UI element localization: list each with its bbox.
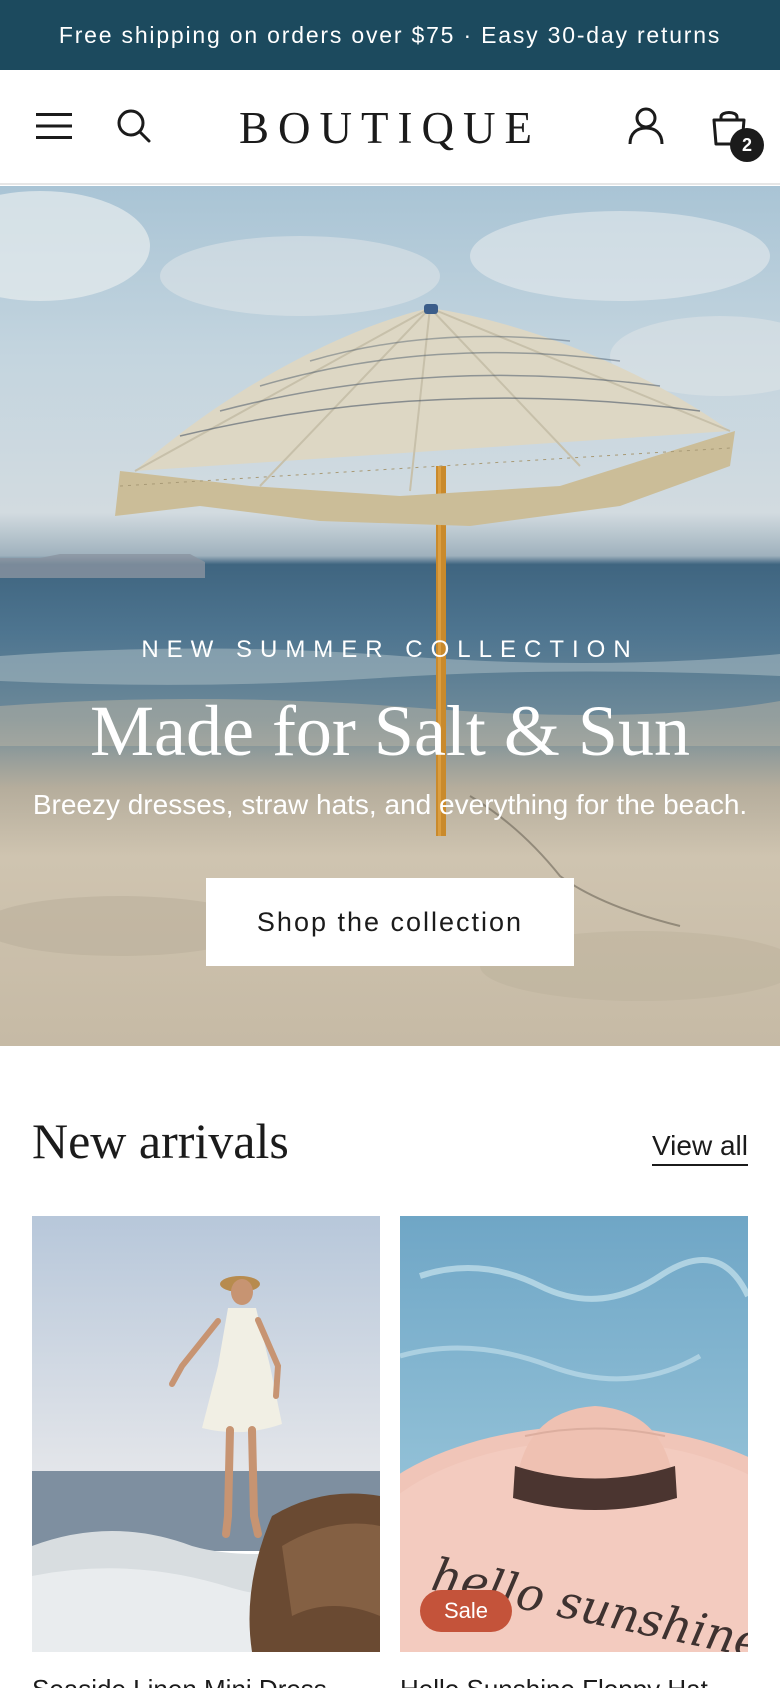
site-header: BOUTIQUE [0,70,780,185]
hero-subtitle: Breezy dresses, straw hats, and everythi… [32,789,748,820]
product-card[interactable]: hello sunshine Sale Hello Sunshine Flopp… [400,1216,748,1688]
sale-badge: Sale [420,1590,513,1632]
product-name[interactable]: Hello Sunshine Floppy Hat [400,1674,748,1688]
search-icon [117,109,151,143]
hero-banner: NEW SUMMER COLLECTION Made for Salt & Su… [0,186,780,1046]
hero-eyebrow: NEW SUMMER COLLECTION [141,636,639,663]
brand-logo[interactable]: BOUTIQUE [200,98,580,158]
product-image[interactable] [32,1216,380,1652]
announcement-text: Free shipping on orders over $75 · Easy … [58,21,722,48]
product-image[interactable]: hello sunshine Sale [400,1216,748,1652]
announcement-bar: Free shipping on orders over $75 · Easy … [0,0,780,70]
hero-title: Made for Salt & Sun [90,691,690,771]
account-icon [628,107,664,145]
search-button[interactable] [110,102,158,150]
view-all-link[interactable]: View all [652,1130,748,1166]
product-name[interactable]: Seaside Linen Mini Dress [32,1674,380,1688]
product-photo-hat: hello sunshine [400,1216,748,1652]
product-photo-dress [32,1216,380,1652]
shop-collection-button[interactable]: Shop the collection [206,878,574,966]
cart-count-badge: 2 [730,128,764,162]
menu-button[interactable] [30,102,78,150]
new-arrivals-heading: New arrivals [32,1113,289,1169]
product-card[interactable]: Seaside Linen Mini Dress [32,1216,380,1688]
menu-icon [36,113,72,139]
account-button[interactable] [622,102,670,150]
